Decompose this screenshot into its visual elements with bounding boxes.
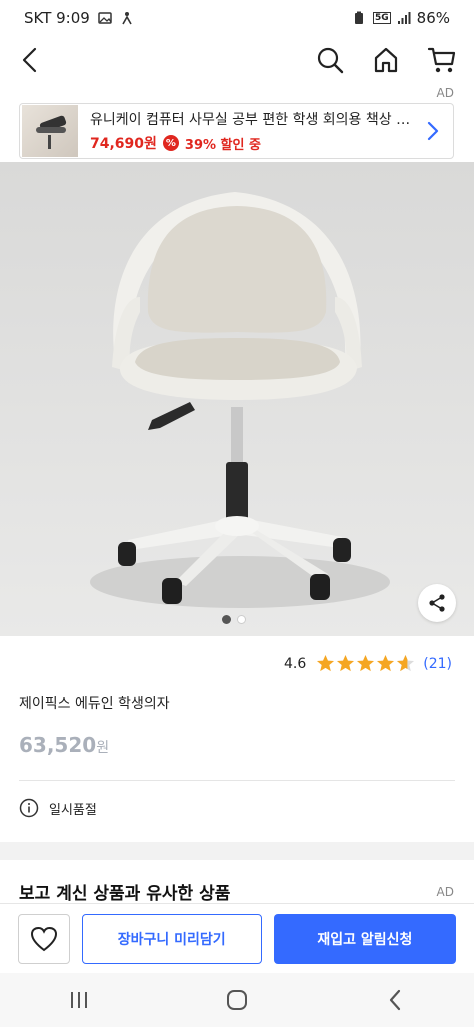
ad-price-row: 74,690원 % 39% 할인 중 bbox=[90, 133, 421, 153]
section-gap bbox=[0, 842, 474, 860]
star-icon bbox=[377, 654, 395, 672]
similar-products-title: 보고 계신 상품과 유사한 상품 bbox=[19, 884, 231, 904]
top-nav bbox=[0, 36, 474, 86]
recent-apps-icon bbox=[71, 992, 87, 1008]
bottom-action-bar: 장바구니 미리담기 재입고 알림신청 bbox=[0, 903, 474, 973]
gallery-dot-active[interactable] bbox=[222, 615, 231, 624]
ad-text: 유니케이 컴퓨터 사무실 공부 편한 학생 회의용 책상 의자 74,690원 … bbox=[90, 109, 421, 153]
search-icon bbox=[317, 47, 344, 74]
gallery-dot[interactable] bbox=[237, 615, 246, 624]
rating-row[interactable]: 4.6 (21) bbox=[284, 654, 452, 673]
restock-notify-button[interactable]: 재입고 알림신청 bbox=[273, 913, 456, 964]
star-icon bbox=[337, 654, 355, 672]
cart-button[interactable] bbox=[424, 40, 460, 80]
product-price: 63,520원 bbox=[19, 733, 109, 757]
accessibility-notification-icon bbox=[120, 11, 134, 25]
ad-price: 74,690원 bbox=[90, 136, 157, 152]
price-unit: 원 bbox=[96, 740, 110, 756]
add-to-cart-button[interactable]: 장바구니 미리담기 bbox=[81, 913, 262, 964]
chair-illustration bbox=[90, 192, 390, 608]
recent-apps-button[interactable] bbox=[49, 980, 109, 1020]
status-right: 5G 86% bbox=[353, 9, 450, 27]
ad-banner[interactable]: 유니케이 컴퓨터 사무실 공부 편한 학생 회의용 책상 의자 74,690원 … bbox=[19, 103, 454, 159]
search-button[interactable] bbox=[312, 40, 348, 80]
product-name: 제이픽스 에듀인 학생의자 bbox=[19, 696, 170, 712]
signal-icon bbox=[397, 11, 411, 25]
nav-actions bbox=[312, 40, 460, 80]
star-icon bbox=[317, 654, 335, 672]
battery-percent: 86% bbox=[416, 9, 450, 27]
network-label: 5G bbox=[373, 12, 391, 24]
chevron-right-icon bbox=[421, 119, 445, 143]
price-value: 63,520 bbox=[19, 733, 97, 757]
ad-title: 유니케이 컴퓨터 사무실 공부 편한 학생 회의용 책상 의자 bbox=[90, 112, 412, 128]
heart-icon bbox=[30, 926, 57, 951]
battery-saver-icon bbox=[353, 11, 367, 25]
product-image[interactable] bbox=[0, 162, 474, 636]
back-nav-icon bbox=[389, 989, 401, 1011]
back-nav-button[interactable] bbox=[365, 980, 425, 1020]
stock-status: 일시품절 bbox=[49, 802, 97, 818]
ad-product-thumbnail bbox=[22, 105, 78, 157]
star-rating bbox=[316, 654, 415, 673]
discount-icon: % bbox=[162, 135, 179, 151]
share-icon bbox=[429, 594, 445, 612]
divider bbox=[19, 780, 455, 781]
rating-value: 4.6 bbox=[283, 655, 307, 672]
ad-label: AD bbox=[436, 86, 454, 100]
carrier-time: SKT 9:09 bbox=[24, 9, 90, 27]
similar-ad-label: AD bbox=[436, 885, 454, 899]
home-icon bbox=[374, 47, 398, 73]
home-button[interactable] bbox=[368, 40, 404, 80]
star-half-icon bbox=[397, 654, 415, 672]
ad-discount: 39% 할인 중 bbox=[184, 137, 261, 153]
cart-icon bbox=[427, 47, 456, 73]
wishlist-button[interactable] bbox=[18, 913, 70, 964]
status-bar: SKT 9:09 5G 86% bbox=[0, 0, 474, 36]
chevron-left-icon bbox=[22, 47, 37, 73]
review-count[interactable]: (21) bbox=[423, 656, 452, 672]
android-nav-bar bbox=[0, 973, 474, 1027]
stock-status-row: 일시품절 bbox=[19, 798, 97, 818]
gallery-notification-icon bbox=[98, 11, 112, 25]
home-nav-button[interactable] bbox=[207, 980, 267, 1020]
gallery-pagination bbox=[222, 615, 246, 624]
share-button[interactable] bbox=[418, 584, 456, 622]
info-icon bbox=[19, 798, 39, 818]
status-left: SKT 9:09 bbox=[24, 9, 134, 27]
back-button[interactable] bbox=[14, 42, 46, 78]
star-icon bbox=[357, 654, 375, 672]
home-circle-icon bbox=[227, 990, 247, 1010]
